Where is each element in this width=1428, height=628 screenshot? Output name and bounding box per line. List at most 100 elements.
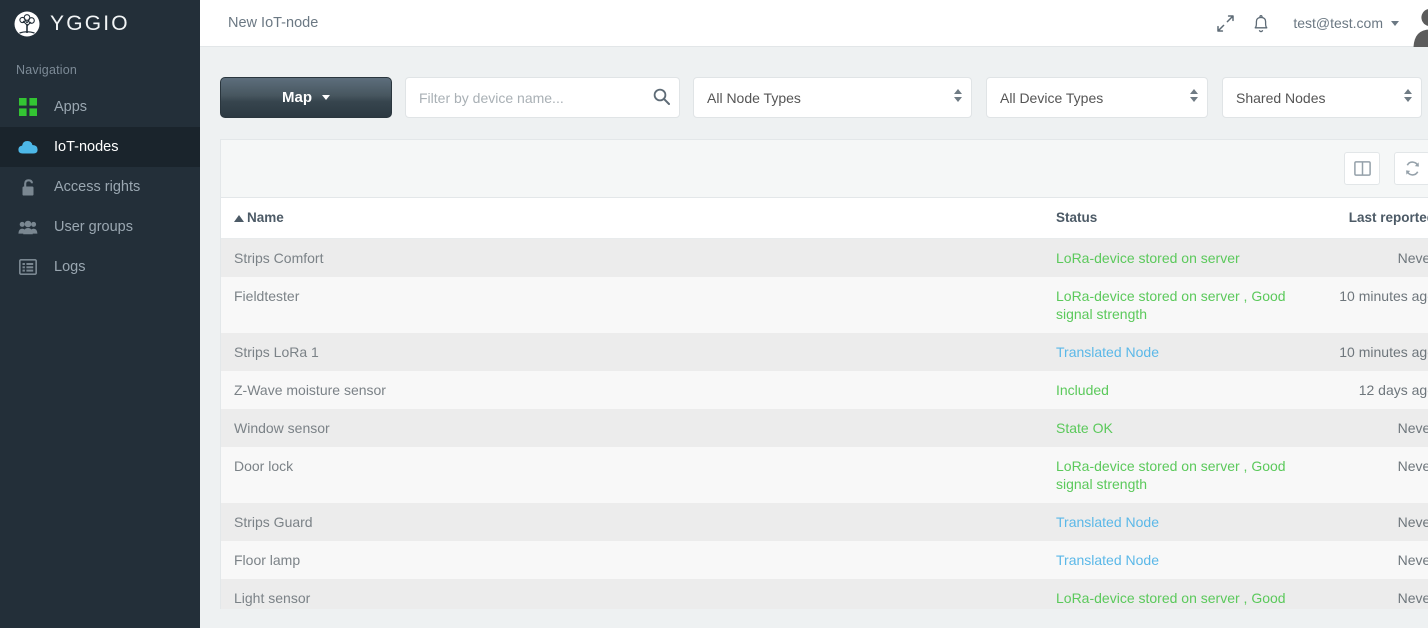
- cell-status[interactable]: LoRa-device stored on server , Good: [1056, 579, 1308, 609]
- ascending-arrow-icon: [234, 215, 244, 222]
- sidebar: YGGIO Navigation Apps IoT-nodes Access r…: [0, 0, 200, 628]
- cell-status[interactable]: Translated Node: [1056, 333, 1308, 371]
- sidebar-item-label: Logs: [54, 259, 86, 275]
- column-header-name[interactable]: Name: [221, 198, 1056, 239]
- sidebar-item-label: Apps: [54, 99, 88, 115]
- sidebar-item-label: Access rights: [54, 179, 141, 195]
- user-email: test@test.com: [1293, 15, 1383, 31]
- table-row[interactable]: Floor lampTranslated Node Never: [221, 541, 1428, 579]
- columns-layout-icon[interactable]: [1344, 152, 1380, 185]
- cell-status[interactable]: Included: [1056, 371, 1308, 409]
- table-row[interactable]: Strips LoRa 1 Translated Node 10 minutes a…: [221, 333, 1428, 371]
- avatar[interactable]: [1409, 5, 1428, 47]
- cell-last-reported: Never: [1308, 541, 1428, 579]
- column-header-name-label: Name: [247, 210, 284, 225]
- cloud-icon: [18, 137, 38, 157]
- status-badge: Included: [1056, 382, 1109, 398]
- table-row[interactable]: Fieldtester LoRa-device stored on server …: [221, 277, 1428, 333]
- status-badge: LoRa-device stored on server , Good: [1056, 590, 1286, 606]
- column-header-last-reported[interactable]: Last reported: [1308, 198, 1428, 239]
- cell-node-name: Strips LoRa 1: [221, 333, 1056, 371]
- sidebar-item-label: IoT-nodes: [54, 139, 119, 155]
- table-row[interactable]: Z-Wave moisture sensor Included 12 days ag…: [221, 371, 1428, 409]
- search-icon[interactable]: [653, 88, 670, 110]
- user-avatar-icon: [1413, 8, 1428, 47]
- status-badge: LoRa-device stored on server , Good sign…: [1056, 458, 1286, 492]
- cell-node-name: Window sensor: [221, 409, 1056, 447]
- cell-node-name: Z-Wave moisture sensor: [221, 371, 1056, 409]
- sidebar-section-title: Navigation: [16, 63, 78, 77]
- cell-last-reported: 10 minutes ago: [1308, 277, 1428, 333]
- chevron-down-icon: [1391, 20, 1399, 26]
- cell-last-reported: Never: [1308, 447, 1428, 503]
- iot-nodes-table: Name Status Last reported Strips Comfort…: [221, 198, 1428, 609]
- device-type-select[interactable]: All Device Types: [986, 77, 1208, 118]
- bell-icon[interactable]: [1243, 5, 1279, 41]
- cell-node-name: Door lock: [221, 447, 1056, 503]
- users-group-icon: [18, 217, 38, 237]
- sidebar-item-iot-nodes[interactable]: IoT-nodes: [0, 127, 200, 167]
- map-view-button[interactable]: Map: [220, 77, 392, 118]
- cell-node-name: Light sensor: [221, 579, 1056, 609]
- node-type-select[interactable]: All Node Types: [693, 77, 972, 118]
- cell-node-name: Floor lamp: [221, 541, 1056, 579]
- sidebar-item-label: User groups: [54, 219, 133, 235]
- node-type-filter-wrapper: All Node Types: [693, 77, 972, 118]
- cell-status[interactable]: Translated Node: [1056, 503, 1308, 541]
- search-field-wrapper: [405, 77, 680, 118]
- status-badge: Translated Node: [1056, 344, 1159, 360]
- sidebar-item-apps[interactable]: Apps: [0, 87, 200, 127]
- grid-apps-icon: [18, 97, 38, 117]
- cell-last-reported: Never: [1308, 503, 1428, 541]
- cell-status[interactable]: LoRa-device stored on server: [1056, 238, 1308, 277]
- cell-last-reported: 12 days ago: [1308, 371, 1428, 409]
- sidebar-item-access-rights[interactable]: Access rights: [0, 167, 200, 207]
- list-table-icon: [18, 257, 38, 277]
- status-badge: Translated Node: [1056, 514, 1159, 530]
- brand-logo[interactable]: YGGIO: [0, 0, 200, 47]
- user-menu[interactable]: test@test.com: [1293, 15, 1399, 31]
- refresh-icon[interactable]: [1394, 152, 1428, 185]
- sidebar-item-logs[interactable]: Logs: [0, 247, 200, 287]
- cell-node-name: Strips Guard: [221, 503, 1056, 541]
- table-row[interactable]: Strips GuardTranslated Node Never: [221, 503, 1428, 541]
- cell-status[interactable]: State OK: [1056, 409, 1308, 447]
- table-toolbar: [221, 140, 1428, 198]
- app-root: YGGIO Navigation Apps IoT-nodes Access r…: [0, 0, 1428, 628]
- shared-nodes-filter-wrapper: Shared Nodes: [1222, 77, 1422, 118]
- shared-nodes-select[interactable]: Shared Nodes: [1222, 77, 1422, 118]
- table-row[interactable]: Strips Comfort LoRa-device stored on serv…: [221, 238, 1428, 277]
- status-badge: LoRa-device stored on server , Good sign…: [1056, 288, 1286, 322]
- cell-last-reported: Never: [1308, 579, 1428, 609]
- cell-status[interactable]: LoRa-device stored on server , Good sign…: [1056, 447, 1308, 503]
- filter-toolbar: Map All Node Types: [200, 47, 1428, 118]
- table-header-row: Name Status Last reported: [221, 198, 1428, 239]
- expand-arrows-icon[interactable]: [1207, 5, 1243, 41]
- search-input[interactable]: [405, 77, 680, 118]
- cell-status[interactable]: LoRa-device stored on server , Good sign…: [1056, 277, 1308, 333]
- cell-node-name: Fieldtester: [221, 277, 1056, 333]
- map-button-label: Map: [282, 89, 312, 106]
- iot-nodes-card: Name Status Last reported Strips Comfort…: [220, 139, 1428, 609]
- cell-status[interactable]: Translated Node: [1056, 541, 1308, 579]
- cell-node-name: Strips Comfort: [221, 238, 1056, 277]
- table-head: Name Status Last reported: [221, 198, 1428, 239]
- table-row[interactable]: Door lock LoRa-device stored on server , …: [221, 447, 1428, 503]
- cell-last-reported: Never: [1308, 238, 1428, 277]
- sidebar-item-user-groups[interactable]: User groups: [0, 207, 200, 247]
- table-row[interactable]: Light sensor LoRa-device stored on server…: [221, 579, 1428, 609]
- column-header-status[interactable]: Status: [1056, 198, 1308, 239]
- device-type-filter-wrapper: All Device Types: [986, 77, 1208, 118]
- status-badge: Translated Node: [1056, 552, 1159, 568]
- status-badge: LoRa-device stored on server: [1056, 250, 1240, 266]
- table-body: Strips Comfort LoRa-device stored on serv…: [221, 238, 1428, 609]
- cell-last-reported: Never: [1308, 409, 1428, 447]
- page-title: New IoT-node: [228, 15, 319, 31]
- brand-name: YGGIO: [50, 11, 130, 35]
- top-bar: New IoT-node test@test.com: [200, 0, 1428, 47]
- chevron-down-icon: [322, 95, 330, 100]
- main-content: New IoT-node test@test.com Map Filter by…: [200, 0, 1428, 628]
- tree-circle-icon: [14, 11, 40, 36]
- table-row[interactable]: Window sensorState OK Never: [221, 409, 1428, 447]
- unlock-padlock-icon: [18, 177, 38, 197]
